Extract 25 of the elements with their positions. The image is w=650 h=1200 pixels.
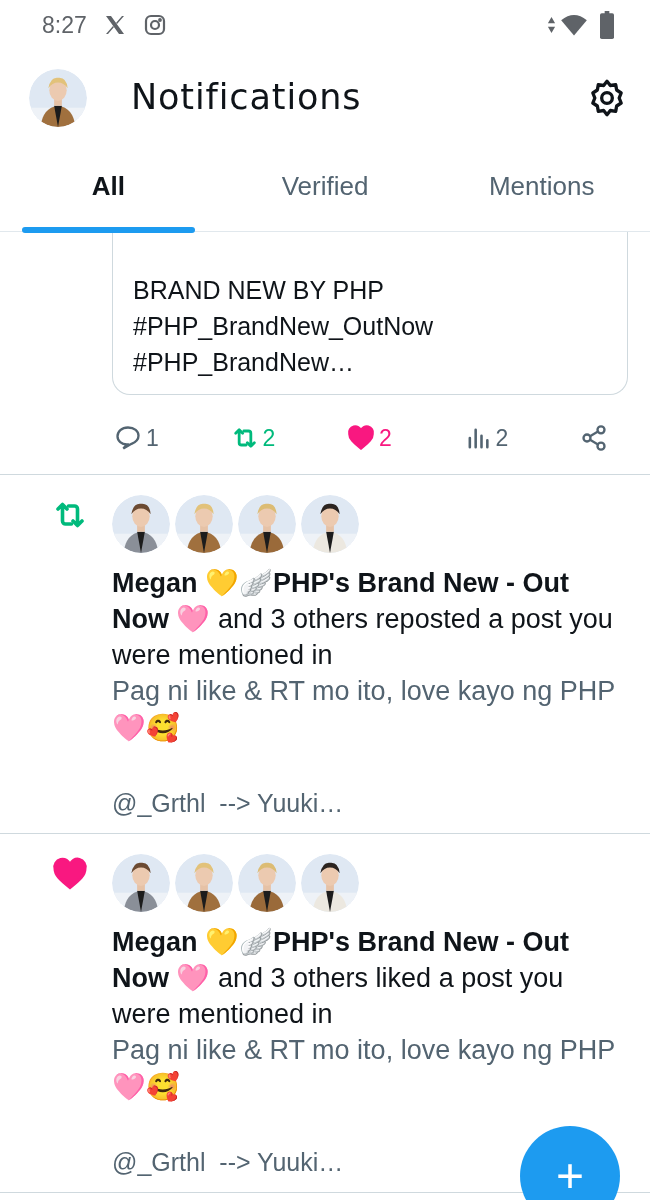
notification-text: Megan 💛🪽PHP's Brand New - Out Now 🩷 and 3 others reposted a post you were mentioned in <box>112 566 614 672</box>
data-arrows-icon <box>547 16 556 34</box>
post-preview: @_Grthl --> Yuuki… <box>112 1146 344 1178</box>
tab[interactable]: Mentions <box>433 145 650 231</box>
share-icon <box>580 424 608 453</box>
post-preview: @_Grthl --> Yuuki… <box>112 787 344 819</box>
heart-icon <box>52 855 88 892</box>
post-preview: Pag ni like & RT mo ito, love kayo ng PHP 🩷🥰 <box>112 1033 616 1104</box>
like-action[interactable]: 2 <box>347 421 392 456</box>
battery-icon <box>600 11 614 39</box>
page-title: Notifications <box>131 76 363 120</box>
heart-icon <box>347 424 375 453</box>
notification-text: Megan 💛🪽PHP's Brand New - Out Now 🩷 and 3 others liked a post you were mentioned in <box>112 925 570 1031</box>
share-action[interactable] <box>580 424 608 453</box>
tab[interactable]: Verified <box>216 145 434 231</box>
clock: 8:27 <box>42 10 87 40</box>
tab[interactable]: All <box>0 145 217 231</box>
reply-action[interactable]: 1 <box>114 421 159 456</box>
quoted-post-text: BRAND NEW BY PHP <box>133 275 385 306</box>
quoted-post-text: #PHP_BrandNew_OutNow <box>133 311 435 342</box>
views-action[interactable]: 2 <box>463 421 509 456</box>
quoted-post-text: #PHP_BrandNew… <box>133 347 355 378</box>
camera-icon <box>142 13 167 37</box>
post-preview: Pag ni like & RT mo ito, love kayo ng PHP 🩷🥰 <box>112 674 616 745</box>
wifi-icon <box>560 13 588 37</box>
